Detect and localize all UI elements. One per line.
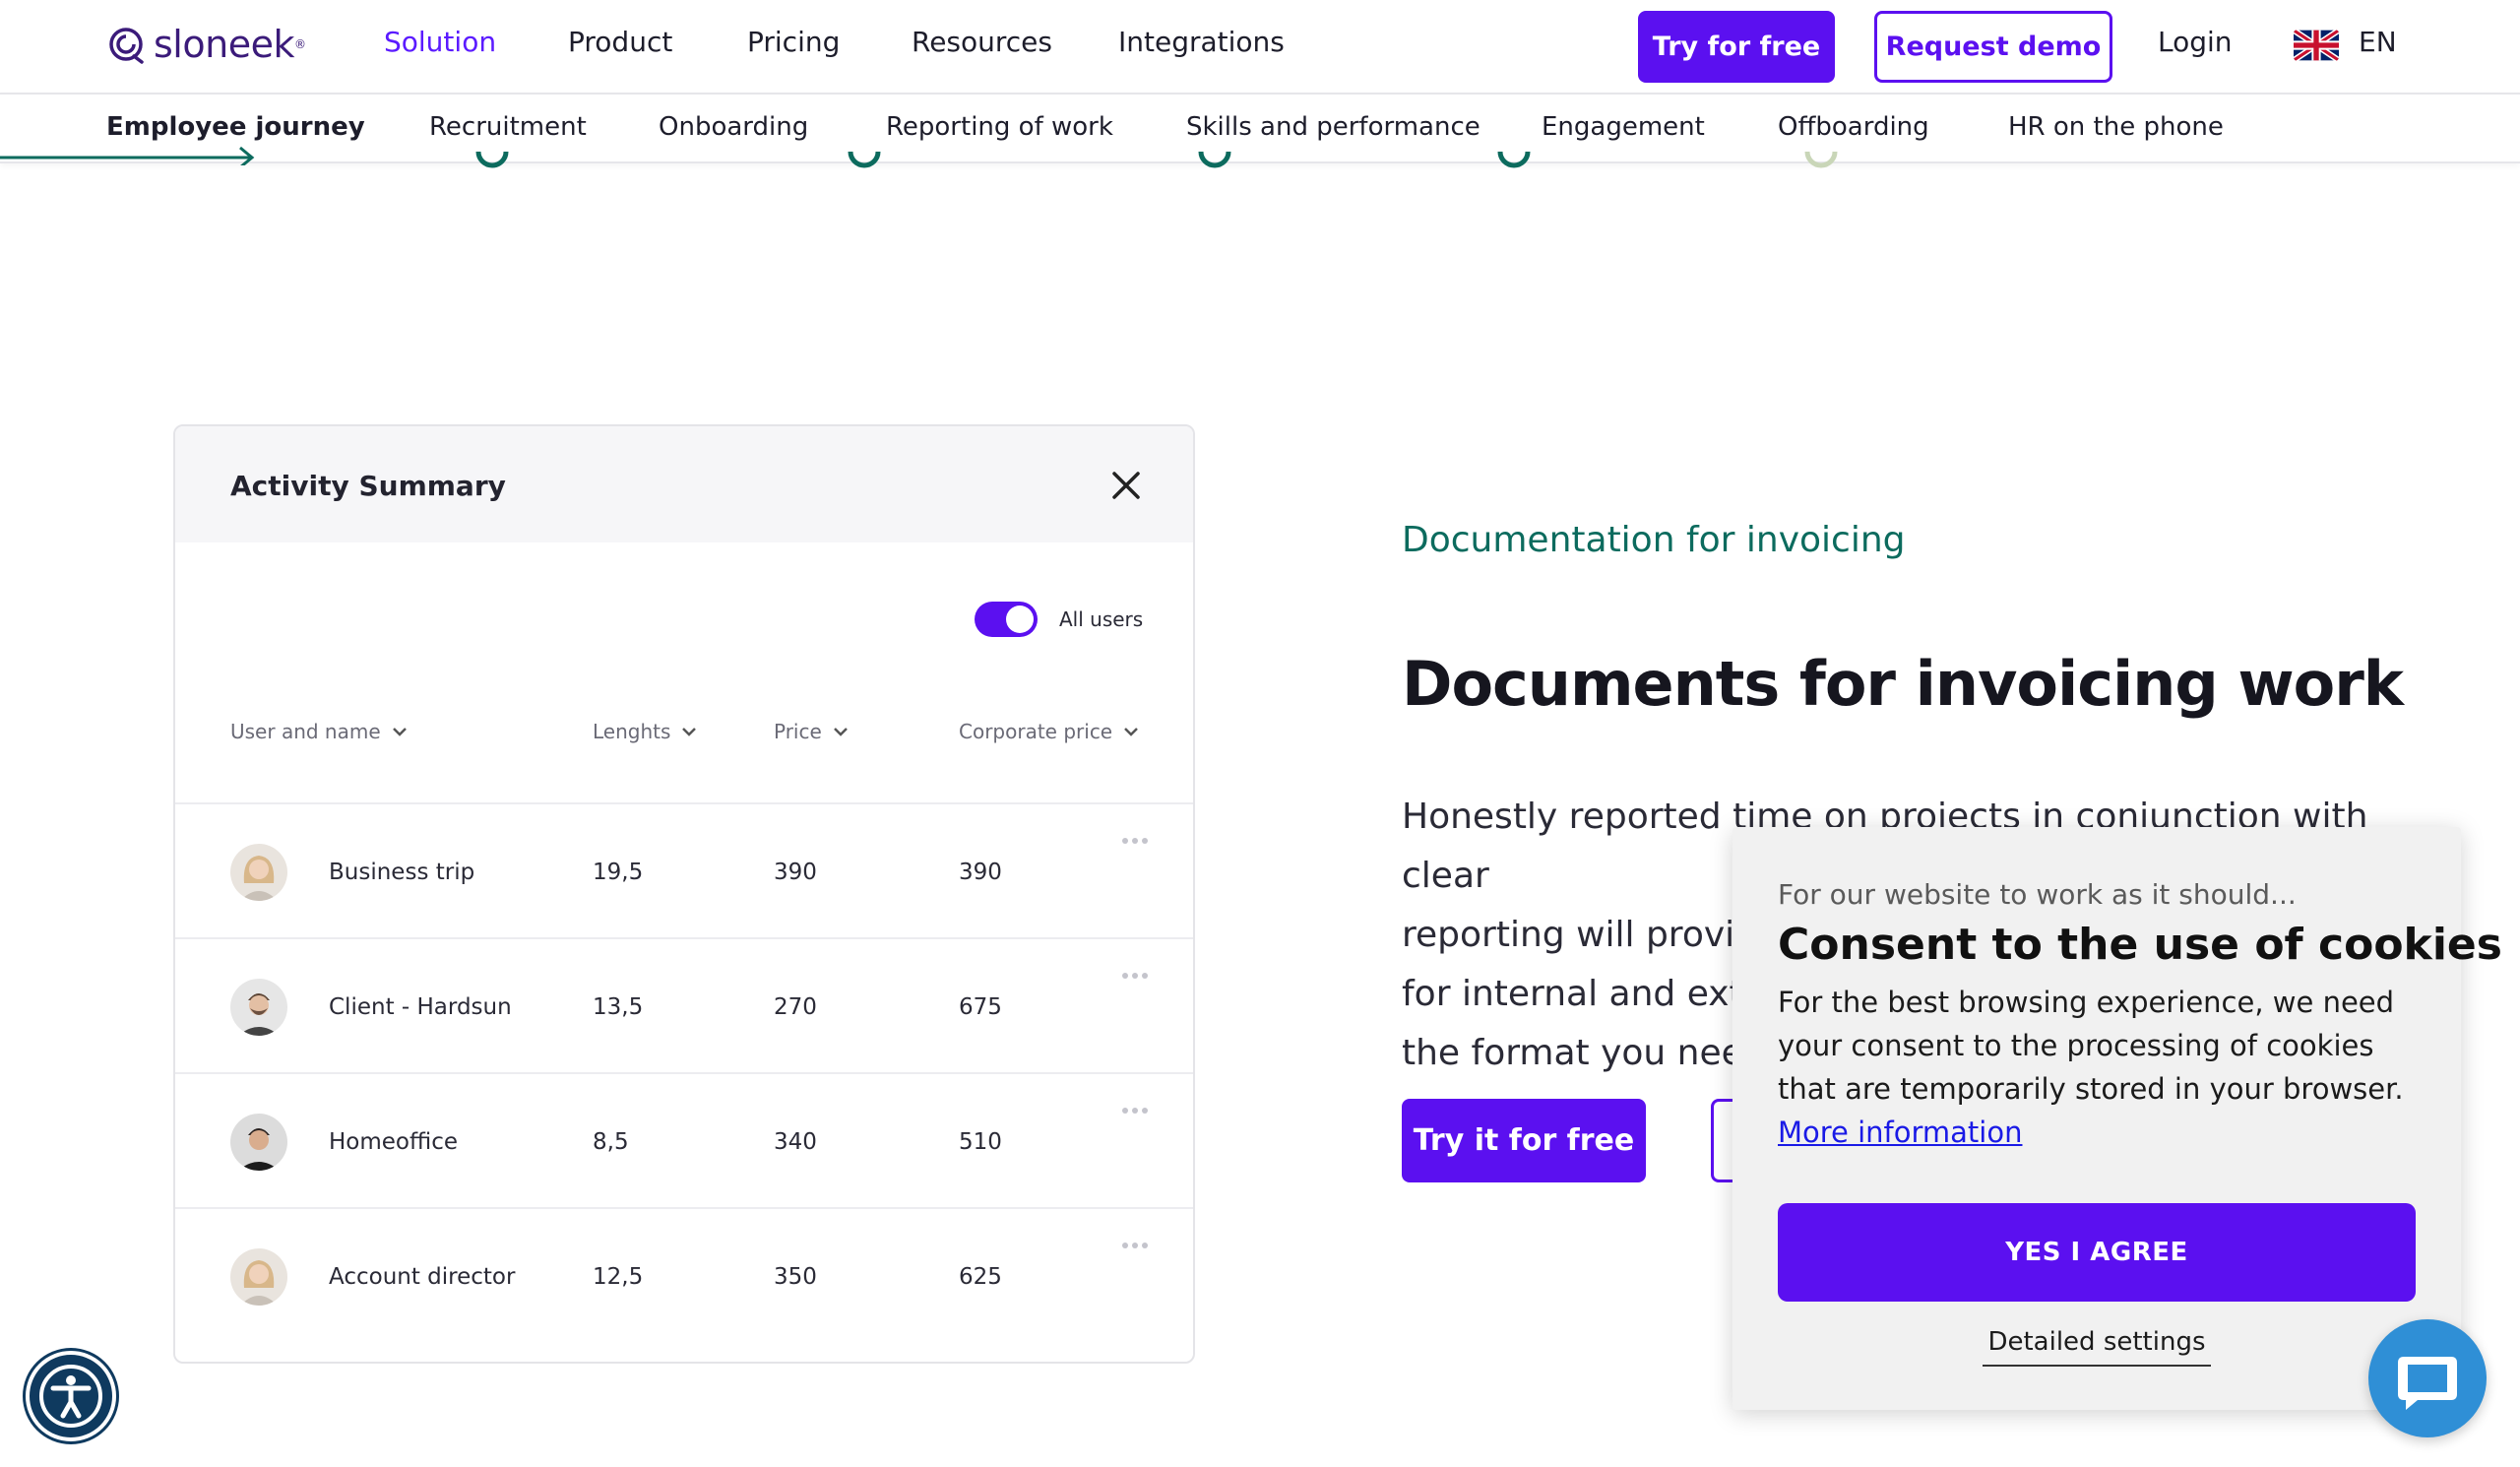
cookie-text-body: For the best browsing experience, we nee… [1778, 986, 2404, 1106]
subnav-offboarding[interactable]: Offboarding [1778, 112, 1929, 142]
column-header-label: Lenghts [593, 720, 671, 743]
toggle-label: All users [1059, 607, 1144, 631]
accessibility-button[interactable] [26, 1351, 116, 1441]
section-kicker: Documentation for invoicing [1402, 520, 1906, 560]
subnav-hr-on-the-phone[interactable]: HR on the phone [2008, 112, 2224, 142]
try-for-free-button[interactable]: Try for free [1638, 11, 1835, 83]
language-selector[interactable]: EN [2359, 26, 2397, 58]
chevron-down-icon [392, 728, 407, 736]
accessibility-icon [39, 1365, 102, 1428]
more-information-link[interactable]: More information [1778, 1116, 2022, 1149]
chat-widget-button[interactable] [2368, 1319, 2487, 1437]
subnav-employee-journey[interactable]: Employee journey [106, 112, 365, 142]
subnav-engagement[interactable]: Engagement [1542, 112, 1705, 142]
chevron-down-icon [1124, 728, 1139, 736]
row-length: 12,5 [593, 1264, 644, 1290]
more-options-icon[interactable] [1120, 971, 1150, 981]
menu-pricing[interactable]: Pricing [747, 26, 840, 58]
journey-step-dot [1198, 151, 1231, 168]
row-length: 8,5 [593, 1129, 629, 1155]
chevron-down-icon [833, 728, 848, 736]
journey-progress-arrow [0, 146, 255, 165]
woman-blonde-avatar [230, 1248, 287, 1306]
all-users-toggle[interactable] [975, 602, 1038, 637]
logo-text: sloneek [154, 23, 294, 66]
logo-icon [109, 28, 144, 64]
cookie-text: For the best browsing experience, we nee… [1778, 981, 2427, 1154]
woman-blonde-avatar [230, 844, 287, 901]
table-row[interactable]: Account director 12,5 350 625 [175, 1207, 1193, 1342]
cookie-kicker: For our website to work as it should... [1778, 878, 2297, 911]
column-header-corporate-price[interactable]: Corporate price [959, 720, 1140, 743]
card-header: Activity Summary [175, 426, 1193, 542]
row-length: 19,5 [593, 860, 644, 885]
activity-summary-card: Activity Summary All users User and name… [173, 424, 1195, 1364]
table-row[interactable]: Client - Hardsun 13,5 270 675 [175, 937, 1193, 1072]
menu-product[interactable]: Product [568, 26, 672, 58]
top-navigation: sloneek ® Solution Product Pricing Resou… [0, 0, 2520, 93]
more-options-icon[interactable] [1120, 836, 1150, 846]
man-beard-avatar [230, 979, 287, 1036]
row-name: Homeoffice [329, 1129, 459, 1155]
subnav-reporting-of-work[interactable]: Reporting of work [886, 112, 1113, 142]
logo[interactable]: sloneek ® [106, 20, 306, 69]
row-corporate-price: 625 [959, 1264, 1002, 1290]
column-header-label: User and name [230, 720, 381, 743]
journey-step-dot [1804, 151, 1838, 168]
row-price: 390 [774, 860, 817, 885]
menu-solution[interactable]: Solution [384, 26, 496, 58]
row-name: Client - Hardsun [329, 994, 512, 1020]
subnav-onboarding[interactable]: Onboarding [659, 112, 808, 142]
try-it-for-free-button[interactable]: Try it for free [1402, 1099, 1646, 1182]
detailed-settings-link[interactable]: Detailed settings [1983, 1327, 2211, 1367]
subnav-skills-and-performance[interactable]: Skills and performance [1186, 112, 1480, 142]
row-name: Business trip [329, 860, 475, 885]
logo-registered-mark: ® [293, 37, 306, 51]
journey-step-dot [848, 151, 881, 168]
more-options-icon[interactable] [1120, 1106, 1150, 1116]
menu-resources[interactable]: Resources [912, 26, 1052, 58]
row-price: 350 [774, 1264, 817, 1290]
cookie-title: Consent to the use of cookies [1778, 920, 2502, 970]
table-row[interactable]: Business trip 19,5 390 390 [175, 802, 1193, 937]
card-title: Activity Summary [230, 470, 506, 502]
column-header-user[interactable]: User and name [230, 720, 409, 743]
chevron-down-icon [682, 728, 697, 736]
column-header-label: Corporate price [959, 720, 1113, 743]
row-length: 13,5 [593, 994, 644, 1020]
table-row[interactable]: Homeoffice 8,5 340 510 [175, 1072, 1193, 1207]
toggle-knob [1006, 606, 1034, 633]
row-price: 340 [774, 1129, 817, 1155]
chat-bubble-icon [2398, 1357, 2457, 1410]
cookie-consent-dialog: For our website to work as it should... … [1732, 827, 2502, 1410]
uk-flag-icon[interactable] [2294, 30, 2339, 61]
close-icon[interactable] [1108, 468, 1144, 503]
section-headline: Documents for invoicing work [1402, 648, 2404, 720]
login-link[interactable]: Login [2158, 26, 2233, 58]
journey-step-dot [1497, 151, 1531, 168]
more-options-icon[interactable] [1120, 1241, 1150, 1250]
subnav-recruitment[interactable]: Recruitment [429, 112, 587, 142]
yes-i-agree-button[interactable]: YES I AGREE [1778, 1203, 2416, 1302]
sub-navigation: Employee journey Recruitment Onboarding … [0, 93, 2520, 163]
row-price: 270 [774, 994, 817, 1020]
row-corporate-price: 390 [959, 860, 1002, 885]
request-demo-button[interactable]: Request demo [1874, 11, 2112, 83]
column-header-label: Price [774, 720, 822, 743]
journey-step-dot [475, 151, 509, 168]
column-header-lengths[interactable]: Lenghts [593, 720, 698, 743]
row-corporate-price: 510 [959, 1129, 1002, 1155]
row-name: Account director [329, 1264, 516, 1290]
man-dark-avatar [230, 1114, 287, 1171]
row-corporate-price: 675 [959, 994, 1002, 1020]
menu-integrations[interactable]: Integrations [1118, 26, 1285, 58]
column-header-price[interactable]: Price [774, 720, 850, 743]
